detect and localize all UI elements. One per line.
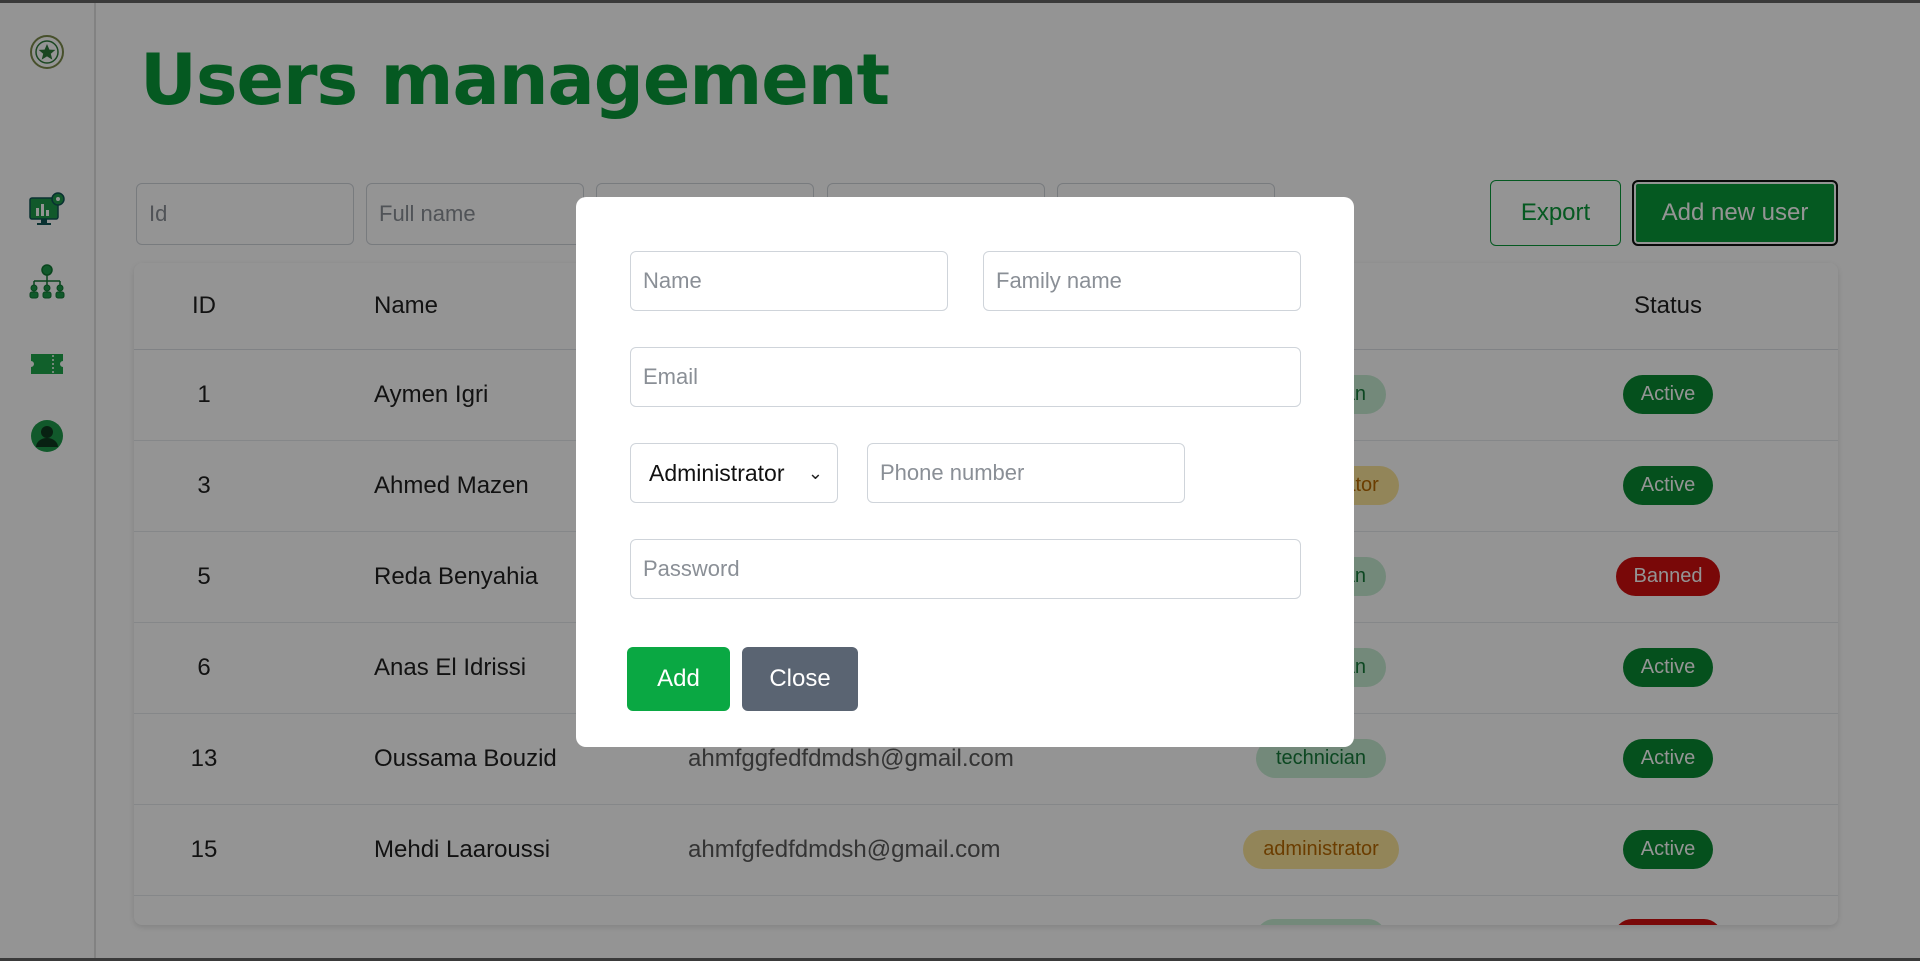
add-button[interactable]: Add	[627, 647, 730, 711]
chevron-down-icon: ⌄	[807, 462, 823, 483]
add-user-modal: Administrator ⌄ Add Close	[576, 197, 1354, 747]
email-input[interactable]	[630, 347, 1301, 407]
family-name-input[interactable]	[983, 251, 1301, 311]
close-button[interactable]: Close	[742, 647, 858, 711]
role-select[interactable]: Administrator ⌄	[630, 443, 838, 503]
role-select-value: Administrator	[649, 459, 785, 486]
name-input[interactable]	[630, 251, 948, 311]
phone-number-input[interactable]	[867, 443, 1185, 503]
password-input[interactable]	[630, 539, 1301, 599]
